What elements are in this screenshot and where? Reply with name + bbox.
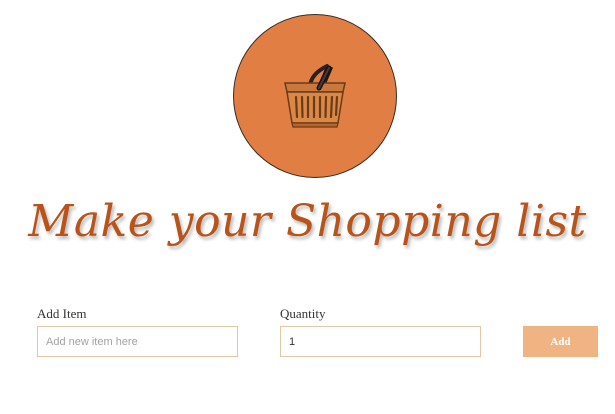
logo (233, 14, 397, 178)
add-item-label: Add Item (37, 306, 87, 321)
quantity-label: Quantity (280, 306, 326, 321)
add-button[interactable]: Add (523, 326, 598, 357)
shopping-basket-icon (284, 64, 346, 128)
page-title: Make your Shopping list (28, 196, 587, 247)
shopping-list-page: Make your Shopping list Add Item Quantit… (0, 0, 615, 414)
quantity-input[interactable] (280, 326, 481, 357)
add-item-input[interactable] (37, 326, 238, 357)
